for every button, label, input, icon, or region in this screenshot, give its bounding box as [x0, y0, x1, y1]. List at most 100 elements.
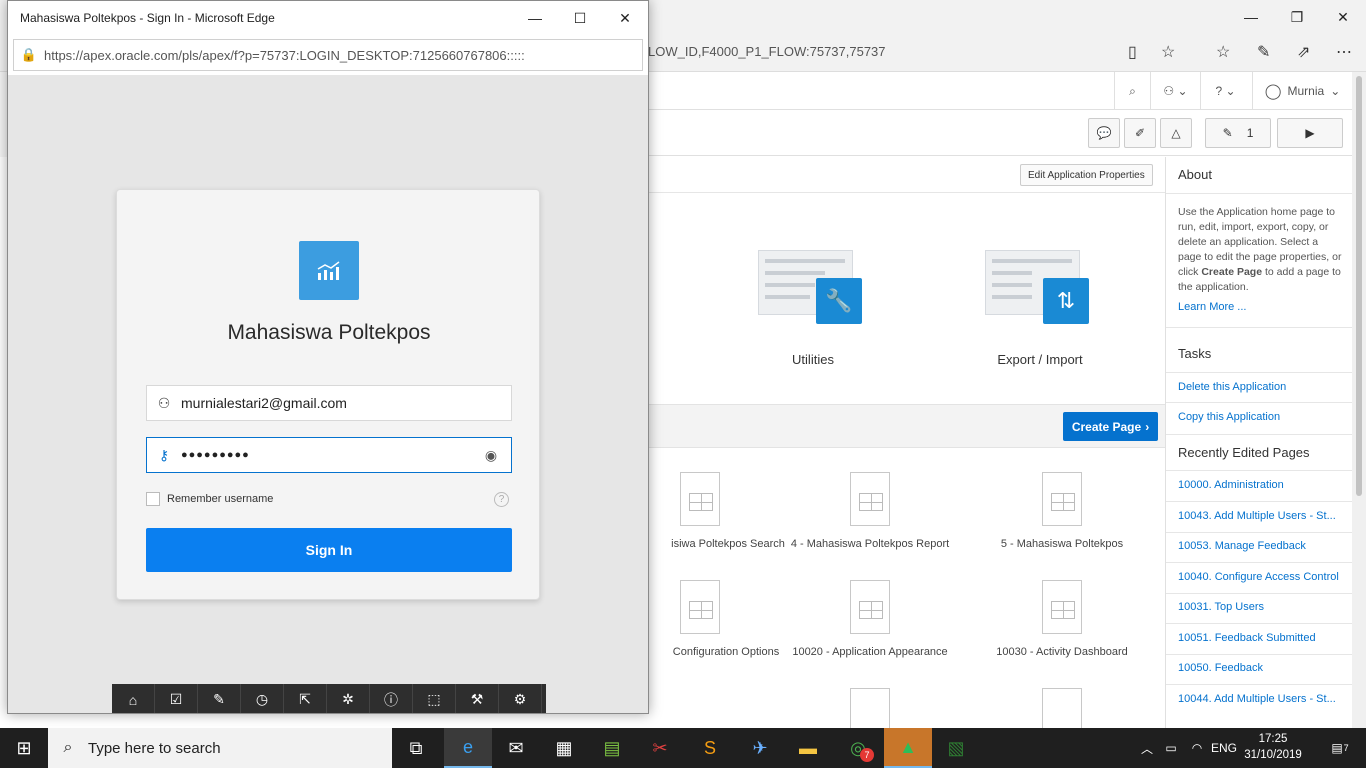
create-page-button[interactable]: Create Page ›	[1063, 412, 1158, 441]
share-icon[interactable]: ⇗	[1297, 42, 1310, 62]
wrench-icon: 🔧	[816, 278, 862, 324]
mail-icon[interactable]: ✉	[492, 728, 540, 768]
run-button[interactable]: ▶	[1277, 118, 1343, 148]
recent-page-link[interactable]: 10044. Add Multiple Users - St...	[1178, 693, 1336, 705]
recent-page-link[interactable]: 10000. Administration	[1178, 479, 1284, 491]
user-menu-icon[interactable]: ⚇ ⌄	[1150, 72, 1200, 110]
edge-browser-icon[interactable]: e	[444, 728, 492, 768]
view-debug-icon[interactable]: ⇱	[284, 684, 327, 713]
vector-app-icon[interactable]: ▲	[884, 728, 932, 768]
session-icon[interactable]: ◷	[241, 684, 284, 713]
chrome-badge: 7	[860, 748, 874, 762]
notes-pen-icon[interactable]: ✎	[1257, 42, 1270, 62]
popup-titlebar: Mahasiswa Poltekpos - Sign In - Microsof…	[8, 1, 648, 35]
recent-page-link[interactable]: 10031. Top Users	[1178, 601, 1264, 613]
notification-count: 7	[1343, 743, 1349, 753]
taskbar-search-box[interactable]: ⌕ Type here to search	[48, 728, 392, 768]
scrollbar-thumb[interactable]	[1356, 76, 1362, 496]
windows-start-icon[interactable]: ⊞	[0, 728, 48, 768]
wifi-icon[interactable]: ◠	[1186, 728, 1208, 768]
chevron-down-icon: ⌄	[1330, 84, 1341, 98]
password-field[interactable]: ⚷ ●●●●●●●●● ◉	[146, 437, 512, 473]
close-button[interactable]: ✕	[1320, 0, 1366, 34]
remember-username[interactable]: Remember username	[146, 492, 273, 506]
task-view-icon[interactable]: ⧉	[392, 728, 440, 768]
remember-checkbox[interactable]	[146, 492, 160, 506]
store-icon[interactable]: ▦	[540, 728, 588, 768]
form-page-icon	[680, 580, 720, 634]
page-label: 10030 - Activity Dashboard	[996, 646, 1128, 658]
snipping-tool-icon[interactable]: ✂	[636, 728, 684, 768]
recent-page-link[interactable]: 10051. Feedback Submitted	[1178, 632, 1316, 644]
favorites-list-icon[interactable]: ☆	[1216, 42, 1230, 62]
sign-in-popup-window: Mahasiswa Poltekpos - Sign In - Microsof…	[7, 0, 649, 714]
username-field[interactable]: ⚇ murnialestari2@gmail.com	[146, 385, 512, 421]
help-question-icon[interactable]: ?	[494, 492, 509, 507]
sign-in-button[interactable]: Sign In	[146, 528, 512, 572]
page-tile[interactable]: 5 - Mahasiswa Poltekpos	[962, 472, 1162, 550]
page-tile[interactable]: 10020 - Application Appearance	[770, 580, 970, 658]
recent-page-link[interactable]: 10043. Add Multiple Users - St...	[1178, 510, 1336, 522]
minimize-button[interactable]: —	[1228, 0, 1274, 34]
tools-icon[interactable]: ✐	[1124, 118, 1156, 148]
right-sidebar: About Use the Application home page to r…	[1165, 157, 1353, 728]
edit-page-icon[interactable]: ✎	[198, 684, 241, 713]
create-page-label: Create Page	[1071, 419, 1142, 434]
popup-maximize-button[interactable]: ☐	[557, 1, 603, 35]
app-title: Mahasiswa Poltekpos	[227, 321, 431, 344]
page-tile[interactable]: 4 - Mahasiswa Poltekpos Report	[770, 472, 970, 550]
taskbar-clock[interactable]: 17:25 31/10/2019	[1238, 731, 1308, 763]
page-tile[interactable]: 10030 - Activity Dashboard	[962, 580, 1162, 658]
comments-icon[interactable]: 💬	[1088, 118, 1120, 148]
shared-components-icon[interactable]: △	[1160, 118, 1192, 148]
battery-icon[interactable]: ▭	[1160, 728, 1182, 768]
popup-address-bar: 🔒 https://apex.oracle.com/pls/apex/f?p=7…	[8, 35, 648, 75]
delete-application-link[interactable]: Delete this Application	[1178, 381, 1286, 393]
copy-application-link[interactable]: Copy this Application	[1178, 411, 1280, 423]
popup-url-field[interactable]: 🔒 https://apex.oracle.com/pls/apex/f?p=7…	[13, 39, 643, 71]
about-title: About	[1178, 167, 1212, 182]
settings-gear-icon[interactable]: ⚙	[499, 684, 542, 713]
recent-page-link[interactable]: 10053. Manage Feedback	[1178, 540, 1306, 552]
account-menu[interactable]: ◯ Murnia ⌄	[1252, 72, 1352, 110]
recent-page-link[interactable]: 10050. Feedback	[1178, 662, 1263, 674]
sublime-text-icon[interactable]: S	[686, 728, 734, 768]
background-url-text[interactable]: LOW_ID,F4000_P1_FLOW:75737,75737	[648, 44, 886, 59]
search-icon[interactable]: ⌕	[1114, 72, 1150, 110]
clock-time: 17:25	[1258, 733, 1288, 745]
recent-pages-title: Recently Edited Pages	[1178, 445, 1310, 460]
show-hidden-icons-icon[interactable]: ︿	[1138, 728, 1156, 768]
quick-edit-icon[interactable]: ⬚	[413, 684, 456, 713]
form-page-icon	[850, 580, 890, 634]
learn-more-link[interactable]: Learn More ...	[1178, 301, 1246, 313]
import-export-icon: ⇅	[1043, 278, 1089, 324]
info-icon[interactable]: ⓘ	[370, 684, 413, 713]
notifications-icon[interactable]: ▤ 7	[1320, 728, 1360, 768]
debug-icon[interactable]: ✲	[327, 684, 370, 713]
utilities-tile[interactable]: 🔧 Utilities	[758, 250, 868, 367]
favorite-star-icon[interactable]: ☆	[1161, 42, 1175, 62]
reading-view-icon[interactable]: ▯	[1128, 42, 1137, 62]
edit-application-properties-button[interactable]: Edit Application Properties	[1020, 164, 1153, 186]
username-value: murnialestari2@gmail.com	[181, 395, 347, 411]
popup-close-button[interactable]: ✕	[602, 1, 648, 35]
app-bird-icon[interactable]: ✈	[736, 728, 784, 768]
help-icon[interactable]: ? ⌄	[1200, 72, 1250, 110]
theme-roller-icon[interactable]: ⚒	[456, 684, 499, 713]
recent-page-link[interactable]: 10040. Configure Access Control	[1178, 571, 1339, 583]
notepad-icon[interactable]: ▤	[588, 728, 636, 768]
more-icon[interactable]: ⋯	[1336, 42, 1352, 62]
home-icon[interactable]: ⌂	[112, 684, 155, 713]
file-explorer-icon[interactable]: ▬	[784, 728, 832, 768]
about-text: Use the Application home page to run, ed…	[1178, 206, 1342, 293]
export-import-tile[interactable]: ⇅ Export / Import	[985, 250, 1095, 367]
excel-icon[interactable]: ▧	[932, 728, 980, 768]
popup-minimize-button[interactable]: —	[512, 1, 558, 35]
show-password-eye-icon[interactable]: ◉	[471, 447, 511, 464]
restore-button[interactable]: ❐	[1274, 0, 1320, 34]
chrome-icon[interactable]: ◎ 7	[834, 728, 882, 768]
edit-count-button[interactable]: ✎ 1	[1205, 118, 1271, 148]
taskbar-search-placeholder: Type here to search	[88, 739, 221, 757]
language-indicator[interactable]: ENG	[1209, 728, 1239, 768]
edit-application-icon[interactable]: ☑	[155, 684, 198, 713]
